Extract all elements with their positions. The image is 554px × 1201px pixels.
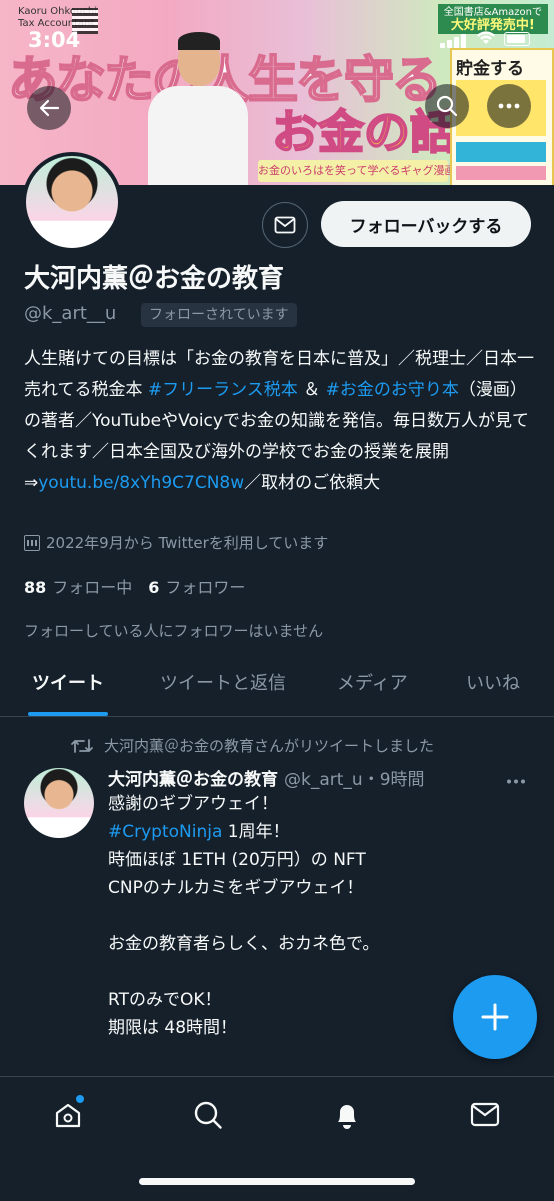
message-button[interactable] [262,202,308,248]
status-time: 3:04 [28,28,81,52]
battery-icon [504,32,530,46]
bio-text: ／取材のご依頼大 [244,473,381,493]
tweet-author-meta: @k_art_u・9時間 [284,770,425,790]
mutual-followers-note: フォローしている人にフォロワーはいません [24,622,324,640]
tweet-hashtag[interactable]: #CryptoNinja [108,822,222,842]
tab-label: メディア [337,673,408,694]
follows-you-badge: フォローされています [141,303,297,327]
profile-display-name: 大河内薫＠お金の教育 [24,264,285,294]
tab-label: ツイート [32,673,104,694]
more-icon [498,103,520,109]
mail-icon [274,216,296,234]
followers-count: 6 [148,578,160,597]
notifications-icon [338,1105,356,1129]
tweet-header: 大河内薫＠お金の教育 @k_art_u・9時間 [108,765,425,790]
tweet-text: 感謝のギブアウェイ！ [108,794,278,814]
following-label: フォロー中 [52,578,133,597]
bio-url-link[interactable]: youtu.be/8xYh9C7CN8w [38,473,244,493]
home-indicator [139,1178,415,1185]
tweet-author-name[interactable]: 大河内薫＠お金の教育 [108,770,278,790]
bio-hashtag-link[interactable]: #お金のお守り本 [326,380,459,400]
wifi-icon [477,31,495,44]
bio-text: ＆ [297,380,326,400]
plus-icon [481,1003,509,1031]
following-count: 88 [24,578,47,597]
home-notification-dot [76,1095,84,1103]
join-date: 2022年9月から Twitterを利用しています [24,532,328,553]
calendar-icon [24,534,40,551]
bio-hashtag-link[interactable]: #フリーランス税本 [148,380,298,400]
active-tab-indicator [28,712,108,716]
tweet-avatar[interactable] [24,768,94,838]
search-button[interactable] [425,84,469,128]
tweet-more-button[interactable] [506,768,526,789]
tab-media[interactable]: メディア [337,658,408,716]
tab-tweets[interactable]: ツイート [28,658,108,716]
tweet-text: 1周年！ [222,822,290,842]
search-icon [436,95,458,117]
explore-icon [194,1101,222,1129]
banner-subtitle: お金のいろはを笑って学べるギャグ漫画 [258,160,455,182]
join-date-text: 2022年9月から Twitterを利用しています [46,534,329,552]
more-icon [507,779,525,784]
tab-tweets-replies[interactable]: ツイートと返信 [160,658,286,716]
profile-tabs: ツイート ツイートと返信 メディア いいね [0,658,554,717]
messages-icon [470,1102,500,1127]
nav-messages[interactable] [467,1097,503,1133]
followers-label: フォロワー [165,578,246,597]
status-bar: 3:04 [0,24,554,54]
tab-label: いいね [466,673,520,694]
profile-handle: @k_art__u [24,303,117,324]
signal-icon [440,32,470,48]
back-button[interactable] [27,86,71,130]
more-button[interactable] [487,84,531,128]
banner-person-illustration [148,32,248,185]
retweet-context: 大河内薫＠お金の教育さんがリツイートしました [70,735,434,756]
tab-likes[interactable]: いいね [466,658,520,716]
retweet-context-text: 大河内薫＠お金の教育さんがリツイートしました [104,737,435,755]
back-arrow-icon [39,99,60,117]
tweet-text: 時価ほぼ 1ETH (20万円）の NFT CNPのナルカミをギブアウェイ！ お… [108,850,380,1038]
nav-home[interactable] [50,1095,86,1133]
tab-label: ツイートと返信 [160,673,286,694]
profile-bio: 人生賭けての目標は「お金の教育を日本に普及」／税理士／日本一売れてる税金本 #フ… [24,344,534,499]
profile-avatar[interactable] [22,152,122,252]
nav-explore[interactable] [190,1097,226,1133]
nav-notifications[interactable] [329,1097,365,1133]
retweet-icon [71,738,93,753]
promo-line1: 全国書店&Amazonで [443,7,542,18]
home-icon [55,1103,81,1128]
followers-link[interactable]: 6 フォロワー [148,574,245,598]
compose-tweet-button[interactable] [453,975,537,1059]
follow-back-button[interactable]: フォローバックする [321,201,531,247]
book-title: 貯金する [456,59,524,79]
following-link[interactable]: 88 フォロー中 [24,574,132,598]
follow-counts: 88 フォロー中 6 フォロワー [24,574,245,598]
